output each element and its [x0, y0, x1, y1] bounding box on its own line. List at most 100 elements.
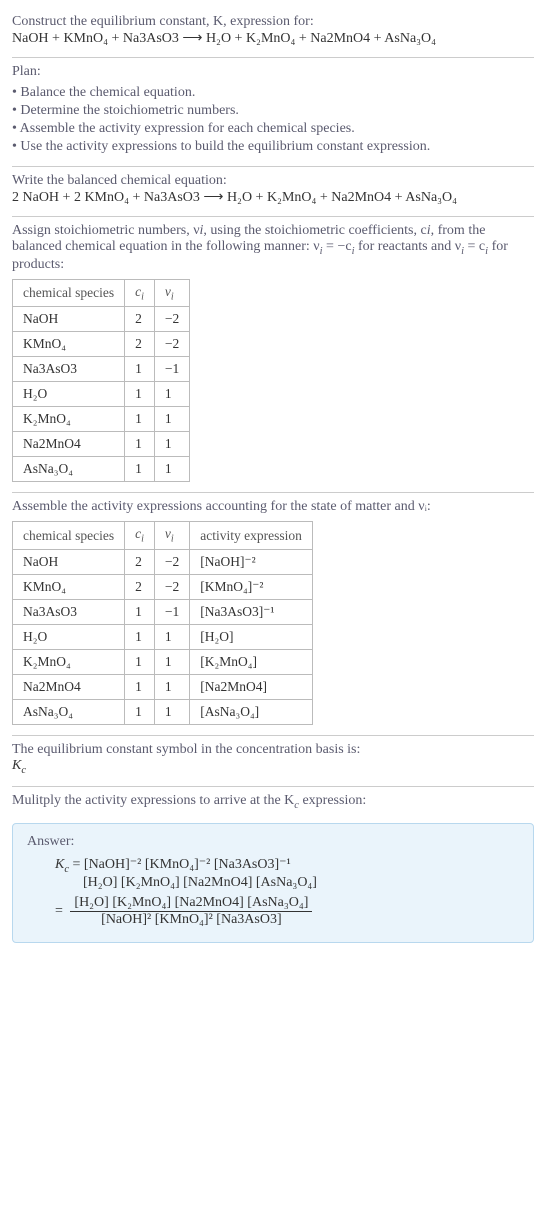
- kc-k: K: [55, 857, 64, 872]
- fraction: [H₂O] [K₂MnO₄] [Na2MnO4] [AsNa₃O₄] [NaOH…: [70, 895, 312, 928]
- text: Mulitply the activity expressions to arr…: [12, 793, 294, 808]
- activity-intro: Assemble the activity expressions accoun…: [12, 499, 534, 515]
- table-row: NaOH2−2[NaOH]⁻²: [13, 550, 313, 575]
- cell-species: H₂O: [13, 382, 125, 407]
- stoich-table: chemical species ci νi NaOH2−2 KMnO₄2−2 …: [12, 279, 190, 483]
- cell-nui: 1: [154, 675, 189, 700]
- cell-species: H₂O: [13, 625, 125, 650]
- table-row: KMnO₄2−2[KMnO₄]⁻²: [13, 575, 313, 600]
- cell-nui: 1: [154, 457, 189, 482]
- balanced-title: Write the balanced chemical equation:: [12, 173, 534, 189]
- cell-nui: −2: [154, 307, 189, 332]
- section-intro: Construct the equilibrium constant, K, e…: [12, 8, 534, 57]
- table-row: K₂MnO₄11[K₂MnO₄]: [13, 650, 313, 675]
- cell-nui: 1: [154, 382, 189, 407]
- table-header-row: chemical species ci νi activity expressi…: [13, 522, 313, 550]
- answer-box: Answer: Kc = [NaOH]⁻² [KMnO₄]⁻² [Na3AsO3…: [12, 823, 534, 943]
- cell-activity: [AsNa₃O₄]: [190, 700, 313, 725]
- section-activity: Assemble the activity expressions accoun…: [12, 493, 534, 735]
- kc-intro: The equilibrium constant symbol in the c…: [12, 742, 534, 758]
- section-kc-symbol: The equilibrium constant symbol in the c…: [12, 736, 534, 786]
- text: = −c: [323, 239, 352, 254]
- kc-sub: c: [21, 765, 26, 776]
- balanced-equation: 2 NaOH + 2 KMnO₄ + Na3AsO3 ⟶ H₂O + K₂MnO…: [12, 189, 534, 206]
- equals: =: [55, 903, 66, 918]
- plan-bullet: • Balance the chemical equation.: [12, 84, 534, 102]
- cell-activity: [NaOH]⁻²: [190, 550, 313, 575]
- table-row: AsNa₃O₄11: [13, 457, 190, 482]
- fraction-denominator: [NaOH]² [KMnO₄]² [Na3AsO3]: [70, 911, 312, 928]
- cell-species: KMnO₄: [13, 575, 125, 600]
- col-species: chemical species: [13, 522, 125, 550]
- cell-ci: 2: [125, 550, 155, 575]
- cell-nui: −2: [154, 550, 189, 575]
- table-row: Na2MnO411[Na2MnO4]: [13, 675, 313, 700]
- table-row: K₂MnO₄11: [13, 407, 190, 432]
- answer-line-2: [H₂O] [K₂MnO₄] [Na2MnO4] [AsNa₃O₄]: [55, 875, 519, 891]
- table-row: Na3AsO31−1[Na3AsO3]⁻¹: [13, 600, 313, 625]
- cell-ci: 2: [125, 332, 155, 357]
- col-species: chemical species: [13, 279, 125, 307]
- cell-nui: −2: [154, 332, 189, 357]
- cell-ci: 2: [125, 575, 155, 600]
- col-ci: ci: [125, 522, 155, 550]
- table-row: Na3AsO31−1: [13, 357, 190, 382]
- table-row: KMnO₄2−2: [13, 332, 190, 357]
- cell-ci: 1: [125, 650, 155, 675]
- cell-species: AsNa₃O₄: [13, 700, 125, 725]
- text: , using the stoichiometric coefficients,…: [203, 223, 426, 238]
- cell-ci: 1: [125, 600, 155, 625]
- answer-label: Answer:: [27, 834, 519, 850]
- section-balanced: Write the balanced chemical equation: 2 …: [12, 167, 534, 216]
- plan-bullets: • Balance the chemical equation. • Deter…: [12, 84, 534, 156]
- cell-ci: 1: [125, 432, 155, 457]
- col-nui: νi: [154, 279, 189, 307]
- table-row: Na2MnO411: [13, 432, 190, 457]
- cell-species: Na2MnO4: [13, 432, 125, 457]
- cell-ci: 1: [125, 382, 155, 407]
- intro-line: Construct the equilibrium constant, K, e…: [12, 14, 534, 30]
- cell-ci: 1: [125, 407, 155, 432]
- cell-nui: −2: [154, 575, 189, 600]
- table-row: H₂O11[H₂O]: [13, 625, 313, 650]
- kc-k: K: [12, 758, 21, 773]
- cell-species: Na2MnO4: [13, 675, 125, 700]
- cell-species: K₂MnO₄: [13, 407, 125, 432]
- cell-nui: 1: [154, 432, 189, 457]
- text: Assign stoichiometric numbers, ν: [12, 223, 200, 238]
- cell-species: NaOH: [13, 307, 125, 332]
- answer-content: Kc = [NaOH]⁻² [KMnO₄]⁻² [Na3AsO3]⁻¹ [H₂O…: [27, 856, 519, 928]
- cell-species: AsNa₃O₄: [13, 457, 125, 482]
- cell-species: Na3AsO3: [13, 357, 125, 382]
- cell-activity: [KMnO₄]⁻²: [190, 575, 313, 600]
- stoich-intro: Assign stoichiometric numbers, νi, using…: [12, 223, 534, 273]
- activity-table: chemical species ci νi activity expressi…: [12, 521, 313, 725]
- fraction-numerator: [H₂O] [K₂MnO₄] [Na2MnO4] [AsNa₃O₄]: [70, 895, 312, 911]
- table-header-row: chemical species ci νi: [13, 279, 190, 307]
- text: for reactants and ν: [354, 239, 461, 254]
- plan-bullet: • Determine the stoichiometric numbers.: [12, 102, 534, 120]
- table-row: NaOH2−2: [13, 307, 190, 332]
- text: expression:: [299, 793, 366, 808]
- section-stoich: Assign stoichiometric numbers, νi, using…: [12, 217, 534, 492]
- plan-bullet: • Use the activity expressions to build …: [12, 138, 534, 156]
- kc-symbol: Kc: [12, 758, 534, 776]
- cell-ci: 1: [125, 457, 155, 482]
- cell-nui: −1: [154, 357, 189, 382]
- cell-ci: 1: [125, 357, 155, 382]
- cell-activity: [H₂O]: [190, 625, 313, 650]
- col-activity: activity expression: [190, 522, 313, 550]
- answer-line-1: Kc = [NaOH]⁻² [KMnO₄]⁻² [Na3AsO3]⁻¹: [55, 856, 519, 875]
- cell-activity: [Na2MnO4]: [190, 675, 313, 700]
- cell-species: K₂MnO₄: [13, 650, 125, 675]
- intro-text: Construct the equilibrium constant, K, e…: [12, 14, 314, 29]
- cell-nui: 1: [154, 700, 189, 725]
- cell-nui: 1: [154, 650, 189, 675]
- cell-nui: 1: [154, 407, 189, 432]
- plan-title: Plan:: [12, 64, 534, 80]
- multiply-line: Mulitply the activity expressions to arr…: [12, 793, 534, 811]
- cell-species: KMnO₄: [13, 332, 125, 357]
- col-ci: ci: [125, 279, 155, 307]
- rhs-part-a: = [NaOH]⁻² [KMnO₄]⁻² [Na3AsO3]⁻¹: [69, 857, 291, 872]
- plan-bullet: • Assemble the activity expression for e…: [12, 120, 534, 138]
